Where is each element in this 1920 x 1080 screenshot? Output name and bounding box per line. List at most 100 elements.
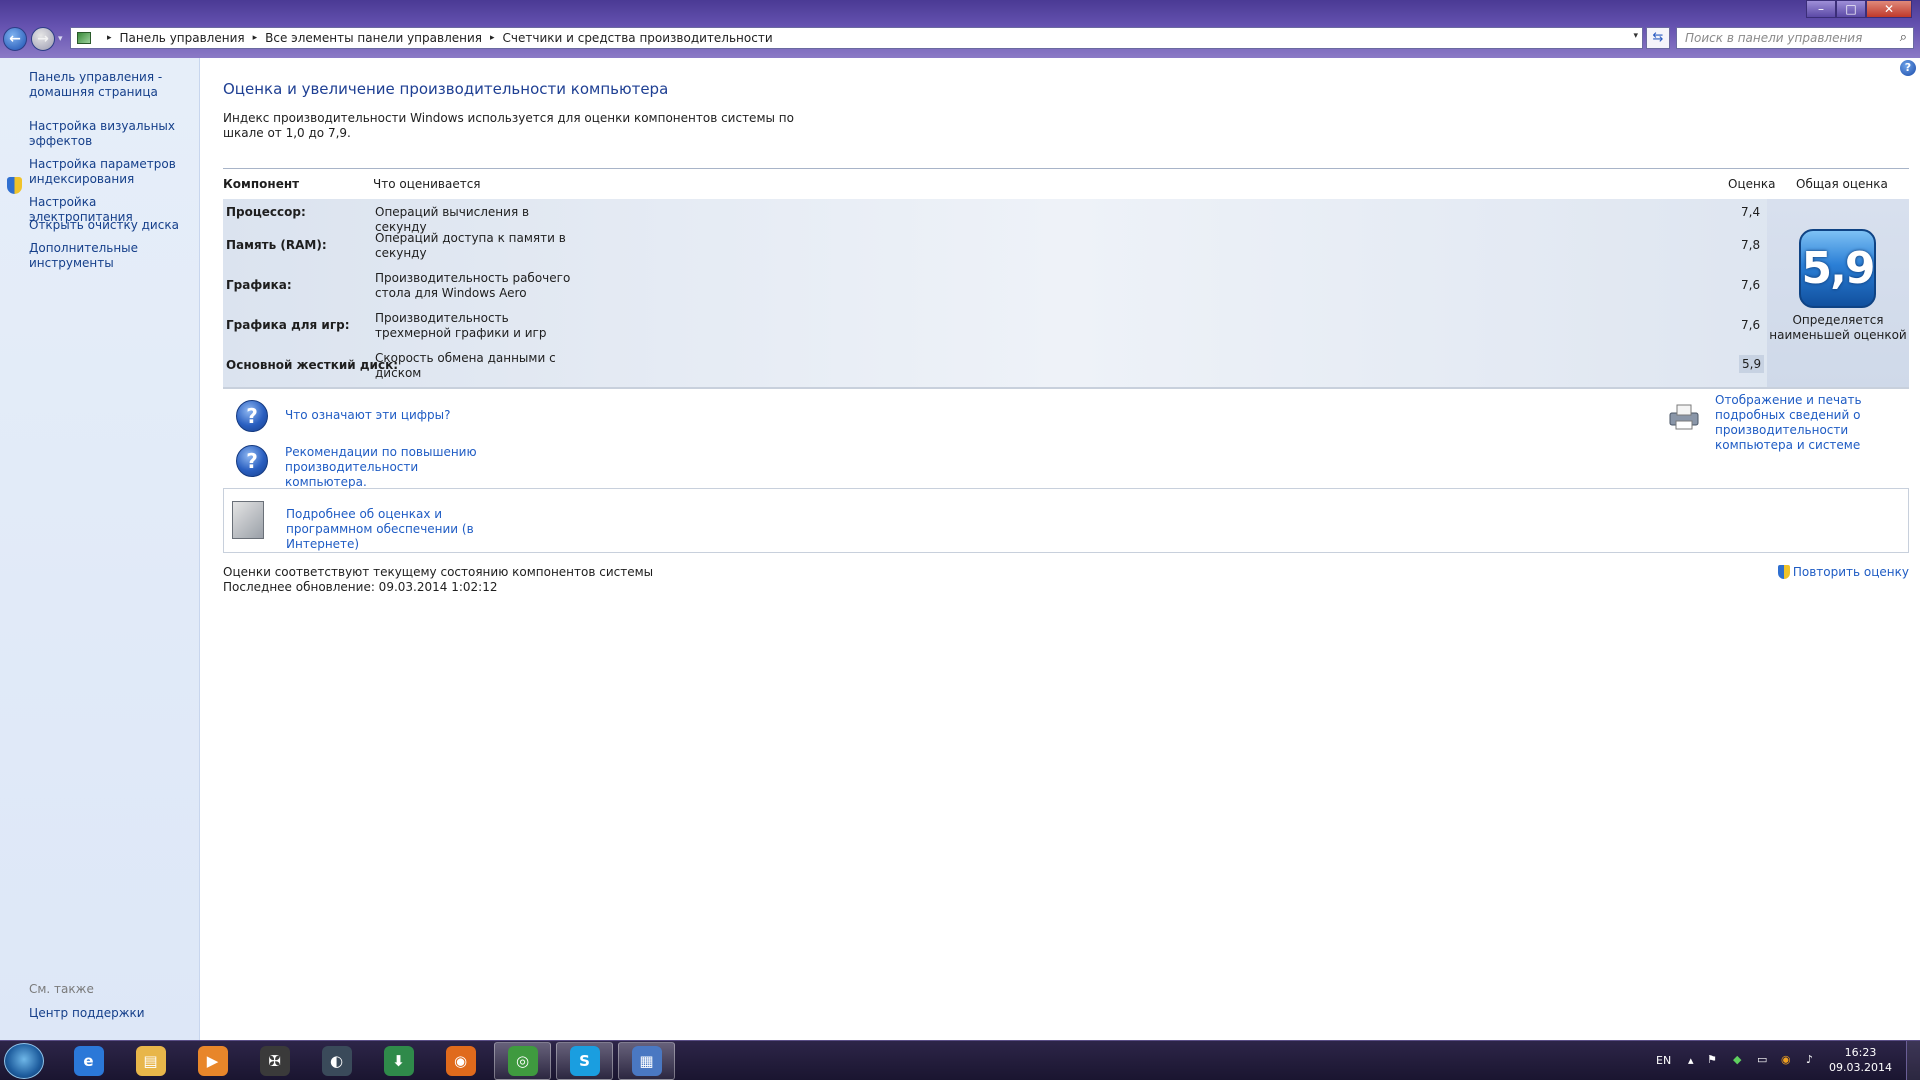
breadcrumb-all-items[interactable]: Все элементы панели управления bbox=[265, 31, 482, 45]
tray-expand-icon[interactable]: ▴ bbox=[1688, 1054, 1694, 1067]
uac-shield-icon bbox=[7, 177, 22, 194]
main-content: ? Оценка и увеличение производительности… bbox=[200, 58, 1920, 1040]
search-input[interactable]: Поиск в панели управления ⌕ bbox=[1676, 27, 1914, 49]
clock-date: 09.03.2014 bbox=[1829, 1061, 1892, 1074]
column-header-score: Оценка bbox=[1728, 177, 1776, 191]
recent-pages-dropdown[interactable]: ▾ bbox=[58, 34, 63, 44]
component-description: Производительность рабочего стола для Wi… bbox=[375, 271, 571, 300]
control-panel-icon bbox=[77, 32, 91, 44]
sidebar-item-indexing[interactable]: Настройка параметров индексирования bbox=[29, 157, 194, 187]
taskbar-game-app-button[interactable]: ✠ bbox=[246, 1042, 303, 1080]
status-text: Оценки соответствуют текущему состоянию … bbox=[223, 565, 653, 595]
address-dropdown-icon[interactable]: ▾ bbox=[1633, 31, 1638, 41]
online-info-link[interactable]: Подробнее об оценках и программном обесп… bbox=[286, 507, 526, 552]
search-icon[interactable]: ⌕ bbox=[1900, 30, 1907, 45]
minimize-button[interactable]: – bbox=[1806, 0, 1836, 18]
tray-app-icon[interactable]: ◆ bbox=[1733, 1053, 1741, 1066]
breadcrumb-separator[interactable]: ▸ bbox=[107, 33, 112, 43]
lowest-component-score: 5,9 bbox=[1739, 355, 1765, 373]
last-update-line: Последнее обновление: 09.03.2014 1:02:12 bbox=[223, 580, 498, 594]
taskbar-firefox-button[interactable]: ◉ bbox=[432, 1042, 489, 1080]
breadcrumb-control-panel[interactable]: Панель управления bbox=[120, 31, 245, 45]
taskbar-media-player-button[interactable]: ▶ bbox=[184, 1042, 241, 1080]
refresh-button[interactable]: ⇆ bbox=[1646, 27, 1670, 49]
printer-icon bbox=[1669, 404, 1699, 430]
intro-text: Индекс производительности Windows исполь… bbox=[223, 111, 794, 140]
component-score: 7,6 bbox=[1741, 278, 1761, 292]
taskbar-chrome-button[interactable]: ◎ bbox=[494, 1042, 551, 1080]
column-header-component: Компонент bbox=[223, 177, 300, 191]
volume-icon[interactable]: ♪ bbox=[1806, 1053, 1813, 1066]
help-question-icon: ? bbox=[236, 400, 268, 432]
base-score-badge: 5,9 bbox=[1799, 229, 1876, 308]
control-panel-icon: ▦ bbox=[631, 1046, 662, 1076]
component-description: Производительность трехмерной графики и … bbox=[375, 311, 547, 340]
show-desktop-button[interactable] bbox=[1906, 1041, 1920, 1080]
table-row: Графика: Производительность рабочего сто… bbox=[223, 271, 1767, 311]
score-table: Компонент Что оценивается Оценка Общая о… bbox=[223, 168, 1909, 389]
table-row: Память (RAM): Операций доступа к памяти … bbox=[223, 231, 1767, 271]
breadcrumb-performance[interactable]: Счетчики и средства производительности bbox=[503, 31, 773, 45]
taskbar-windows-explorer-button[interactable]: ▤ bbox=[122, 1042, 179, 1080]
table-row: Основной жесткий диск: Скорость обмена д… bbox=[223, 351, 1767, 391]
taskbar-internet-explorer-button[interactable]: e bbox=[60, 1042, 117, 1080]
clock[interactable]: 16:23 09.03.2014 bbox=[1829, 1045, 1892, 1075]
print-details-link[interactable]: Отображение и печать подробных сведений … bbox=[1715, 393, 1915, 453]
software-box-icon bbox=[232, 501, 264, 539]
component-name: Графика для игр: bbox=[226, 318, 350, 332]
sidebar-item-advanced-tools[interactable]: Дополнительные инструменты bbox=[29, 241, 194, 271]
taskbar: e ▤ ▶ ✠ ◐ ⬇ ◉ ◎ S ▦ EN ▴ ⚑ ◆ ▭ ◉ ♪ 16:23 09.03.20… bbox=[0, 1040, 1920, 1080]
breadcrumb-separator[interactable]: ▸ bbox=[253, 33, 258, 43]
help-icon[interactable]: ? bbox=[1900, 60, 1916, 76]
rerun-assessment-link[interactable]: Повторить оценку bbox=[1777, 565, 1909, 579]
taskbar-control-panel-button[interactable]: ▦ bbox=[618, 1042, 675, 1080]
component-name: Графика: bbox=[226, 278, 292, 292]
component-description: Скорость обмена данными с диском bbox=[375, 351, 556, 380]
component-name: Основной жесткий диск: bbox=[226, 358, 399, 372]
component-score: 7,8 bbox=[1741, 238, 1761, 252]
window-controls: – □ ✕ bbox=[1806, 0, 1912, 18]
online-info-box: Подробнее об оценках и программном обесп… bbox=[223, 488, 1909, 553]
status-line: Оценки соответствуют текущему состоянию … bbox=[223, 565, 654, 579]
sidebar-item-visual-effects[interactable]: Настройка визуальных эффектов bbox=[29, 119, 194, 149]
component-description: Операций доступа к памяти в секунду bbox=[375, 231, 566, 260]
performance-tips-link[interactable]: Рекомендации по повышению производительн… bbox=[285, 445, 495, 490]
close-button[interactable]: ✕ bbox=[1866, 0, 1912, 18]
media-player-icon: ▶ bbox=[197, 1046, 228, 1076]
language-indicator[interactable]: EN bbox=[1656, 1054, 1671, 1067]
column-header-base-score: Общая оценка bbox=[1796, 177, 1888, 191]
rerun-label: Повторить оценку bbox=[1792, 565, 1909, 579]
table-row: Графика для игр: Производительность трех… bbox=[223, 311, 1767, 351]
score-rows: Процессор: Операций вычисления в секунду… bbox=[223, 199, 1909, 387]
sidebar-item-action-center[interactable]: Центр поддержки bbox=[29, 1006, 194, 1021]
taskbar-skype-button[interactable]: S bbox=[556, 1042, 613, 1080]
windows-explorer-icon: ▤ bbox=[135, 1046, 166, 1076]
breadcrumb-separator[interactable]: ▸ bbox=[490, 33, 495, 43]
what-numbers-mean-link[interactable]: Что означают эти цифры? bbox=[285, 408, 451, 423]
tray-app-icon[interactable]: ◉ bbox=[1781, 1053, 1791, 1066]
table-header: Компонент Что оценивается Оценка Общая о… bbox=[223, 169, 1909, 199]
base-score-panel: 5,9 Определяется наименьшей оценкой bbox=[1767, 199, 1909, 387]
taskbar-media-app-button[interactable]: ◐ bbox=[308, 1042, 365, 1080]
skype-icon: S bbox=[569, 1046, 600, 1076]
internet-explorer-icon: e bbox=[73, 1046, 104, 1076]
left-pane: Панель управления - домашняя страница На… bbox=[0, 58, 200, 1040]
see-also-heading: См. также bbox=[29, 982, 94, 996]
action-center-flag-icon[interactable]: ⚑ bbox=[1707, 1053, 1717, 1066]
component-score: 7,4 bbox=[1741, 205, 1761, 219]
component-score: 7,6 bbox=[1741, 318, 1761, 332]
maximize-button[interactable]: □ bbox=[1836, 0, 1866, 18]
address-bar[interactable]: ▸ Панель управления ▸ Все элементы панел… bbox=[70, 27, 1643, 49]
forward-button[interactable]: → bbox=[31, 27, 55, 51]
column-header-what: Что оценивается bbox=[373, 177, 481, 191]
component-name: Процессор: bbox=[226, 205, 306, 219]
sidebar-item-disk-cleanup[interactable]: Открыть очистку диска bbox=[29, 218, 194, 233]
taskbar-download-app-button[interactable]: ⬇ bbox=[370, 1042, 427, 1080]
back-button[interactable]: ← bbox=[3, 27, 27, 51]
uac-shield-icon bbox=[1777, 565, 1790, 579]
start-button[interactable] bbox=[4, 1043, 44, 1079]
sidebar-home-link[interactable]: Панель управления - домашняя страница bbox=[29, 70, 194, 100]
chrome-icon: ◎ bbox=[507, 1046, 538, 1076]
firefox-icon: ◉ bbox=[445, 1046, 476, 1076]
network-icon[interactable]: ▭ bbox=[1757, 1053, 1767, 1066]
